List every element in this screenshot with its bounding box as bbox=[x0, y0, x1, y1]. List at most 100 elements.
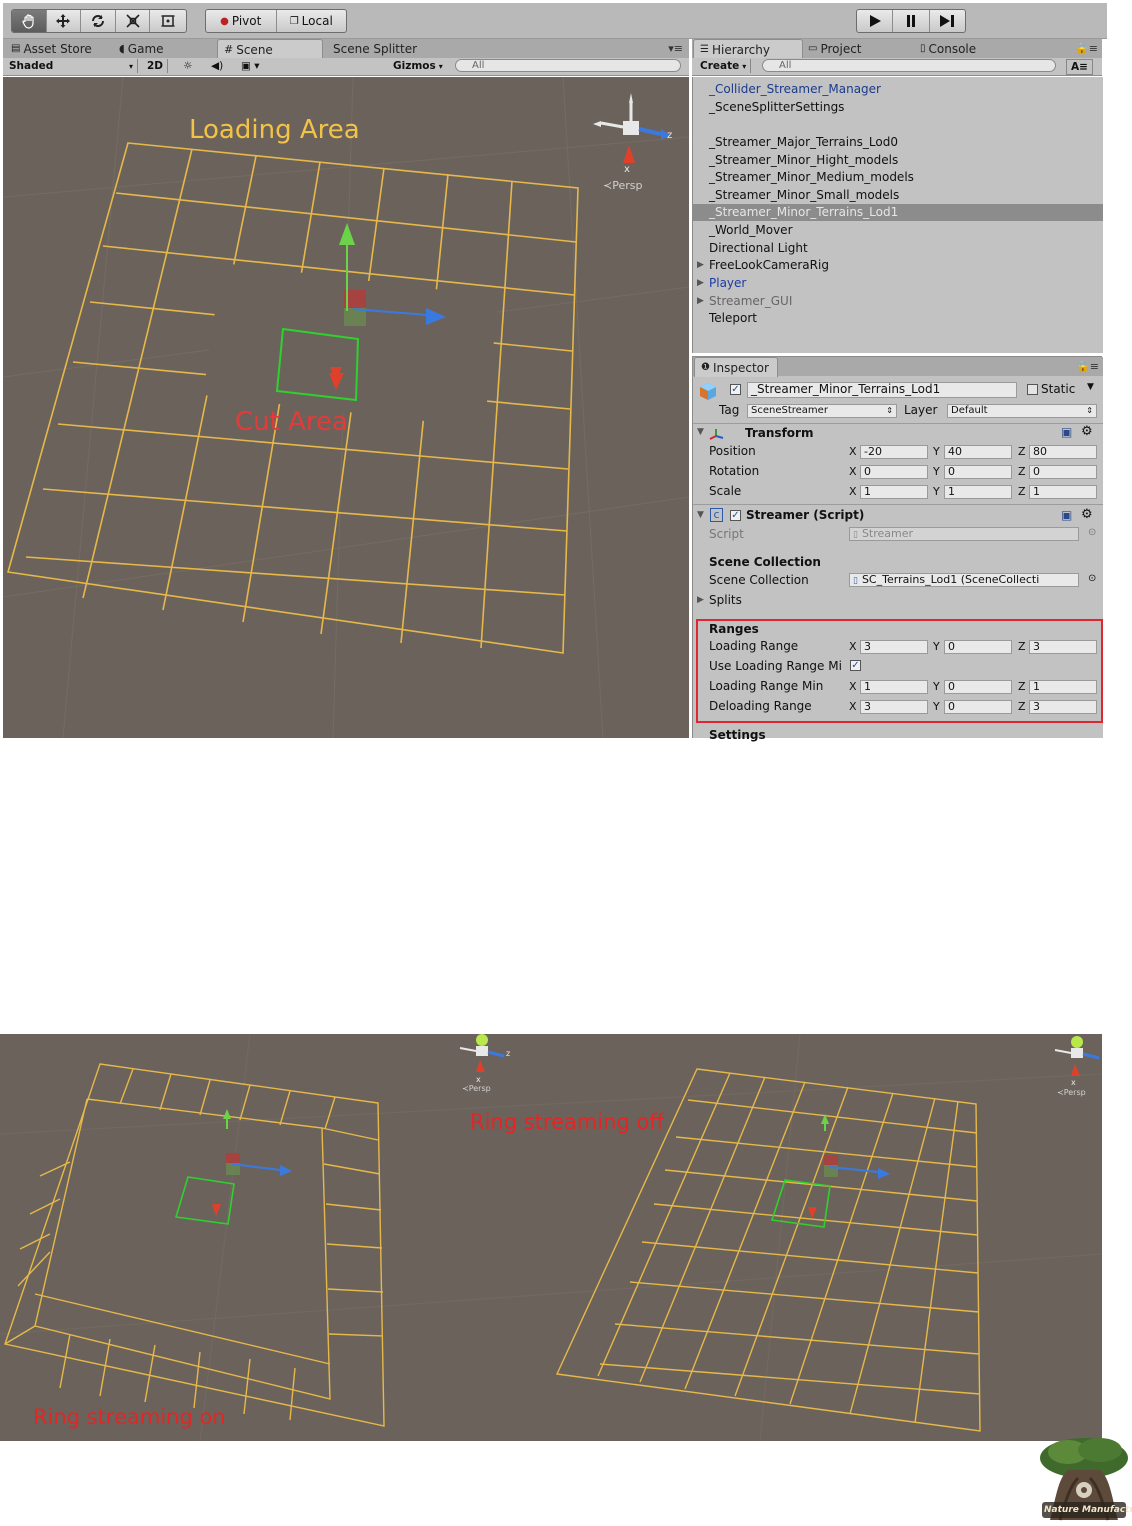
foldout-arrow-icon[interactable]: ▶ bbox=[697, 595, 704, 605]
hierarchy-item[interactable]: _Collider_Streamer_Manager bbox=[693, 81, 1103, 98]
persp-label[interactable]: ≺Persp bbox=[603, 179, 642, 192]
pacman-icon: ◖ bbox=[119, 42, 125, 55]
scene-collection-value: SC_Terrains_Lod1 (SceneCollecti bbox=[861, 573, 1040, 586]
foldout-arrow-icon[interactable]: ▼ bbox=[697, 427, 704, 437]
tab-hierarchy[interactable]: ☰ Hierarchy bbox=[693, 39, 803, 59]
axis-y-label: Y bbox=[933, 465, 940, 478]
shading-dropdown[interactable]: Shaded ▾ bbox=[5, 59, 138, 73]
deloading-range-x-field[interactable]: 3 bbox=[860, 700, 928, 714]
rotation-x-field[interactable]: 0 bbox=[860, 465, 928, 479]
hierarchy-item[interactable]: _Streamer_Major_Terrains_Lod0 bbox=[693, 134, 1103, 151]
deloading-range-z-field[interactable]: 3 bbox=[1029, 700, 1097, 714]
lock-menu-icon[interactable]: 🔒≡ bbox=[1076, 360, 1099, 373]
hierarchy-item[interactable]: ▶ Player bbox=[693, 275, 1103, 292]
tab-scene[interactable]: # Scene bbox=[217, 39, 323, 59]
orientation-gizmo[interactable] bbox=[593, 93, 671, 163]
gizmos-dropdown[interactable]: Gizmos ▾ bbox=[389, 59, 447, 73]
streamer-enabled-checkbox[interactable]: ✓ bbox=[730, 510, 741, 521]
help-book-icon[interactable]: ▣ bbox=[1061, 425, 1072, 439]
create-dropdown[interactable]: Create ▾ bbox=[696, 59, 752, 73]
tab-console[interactable]: ▯ Console bbox=[914, 39, 982, 58]
loading-range-x-field[interactable]: 3 bbox=[860, 640, 928, 654]
static-dropdown-icon[interactable]: ▼ bbox=[1087, 382, 1094, 392]
help-book-icon[interactable]: ▣ bbox=[1061, 508, 1072, 522]
rotation-z-field[interactable]: 0 bbox=[1029, 465, 1097, 479]
deloading-range-y-field[interactable]: 0 bbox=[944, 700, 1012, 714]
local-button[interactable]: ❐ Local bbox=[277, 10, 347, 32]
scale-x-value: 1 bbox=[864, 485, 871, 498]
rotate-icon bbox=[92, 15, 105, 27]
step-button[interactable] bbox=[930, 10, 965, 32]
hierarchy-item[interactable]: Directional Light bbox=[693, 240, 1103, 257]
tab-inspector[interactable]: ❶ Inspector bbox=[694, 357, 778, 377]
hierarchy-item[interactable]: _World_Mover bbox=[693, 222, 1103, 239]
foldout-arrow-icon[interactable]: ▼ bbox=[697, 510, 704, 520]
tab-scene-splitter[interactable]: Scene Splitter bbox=[327, 39, 423, 58]
loading-range-min-y-field[interactable]: 0 bbox=[944, 680, 1012, 694]
rotation-label: Rotation bbox=[709, 464, 760, 478]
expand-arrow-icon[interactable]: ▶ bbox=[697, 275, 704, 292]
static-checkbox[interactable]: ✓ bbox=[1027, 384, 1038, 395]
rotate-tool-button[interactable] bbox=[81, 10, 116, 32]
loading-range-z-field[interactable]: 3 bbox=[1029, 640, 1097, 654]
text-settings-button[interactable]: A≡ bbox=[1066, 59, 1093, 75]
lock-menu-icon[interactable]: 🔒≡ bbox=[1075, 42, 1098, 55]
tab-asset-store[interactable]: ▤ Asset Store bbox=[5, 39, 98, 58]
layer-dropdown[interactable]: Default ⇕ bbox=[947, 404, 1097, 418]
pivot-button[interactable]: ● Pivot bbox=[206, 10, 277, 32]
play-button[interactable] bbox=[857, 10, 894, 32]
scene-view[interactable]: z x ≺Persp Loading Area Cut Area bbox=[3, 77, 689, 738]
splits-label[interactable]: Splits bbox=[709, 593, 742, 607]
scale-y-value: 1 bbox=[948, 485, 955, 498]
expand-arrow-icon[interactable]: ▶ bbox=[697, 293, 704, 310]
hierarchy-item[interactable]: _Streamer_Minor_Medium_models bbox=[693, 169, 1103, 186]
scale-tool-button[interactable] bbox=[116, 10, 151, 32]
use-loading-range-min-checkbox[interactable]: ✓ bbox=[850, 660, 861, 671]
hierarchy-search-input[interactable]: All bbox=[762, 59, 1056, 72]
position-z-field[interactable]: 80 bbox=[1029, 445, 1097, 459]
hierarchy-item[interactable]: Teleport bbox=[693, 310, 1103, 327]
loading-range-min-z-field[interactable]: 1 bbox=[1029, 680, 1097, 694]
hierarchy-item[interactable]: ▶ Streamer_GUI bbox=[693, 293, 1103, 310]
use-loading-range-min-label: Use Loading Range Mi bbox=[709, 659, 842, 673]
hierarchy-item-selected[interactable]: _Streamer_Minor_Terrains_Lod1 bbox=[693, 204, 1103, 221]
loading-range-min-x-field[interactable]: 1 bbox=[860, 680, 928, 694]
toggle-2d-button[interactable]: 2D bbox=[143, 59, 169, 73]
hierarchy-item-label: Directional Light bbox=[709, 241, 808, 255]
scene-search-input[interactable]: All bbox=[455, 59, 681, 72]
rect-tool-button[interactable] bbox=[150, 10, 186, 32]
effects-dropdown[interactable]: ▣ ▾ bbox=[237, 59, 264, 73]
scale-y-field[interactable]: 1 bbox=[944, 485, 1012, 499]
dropdown-arrow-icon: ▾ bbox=[128, 61, 133, 71]
hierarchy-item[interactable]: _Streamer_Minor_Hight_models bbox=[693, 152, 1103, 169]
tag-dropdown[interactable]: SceneStreamer ⇕ bbox=[747, 404, 897, 418]
hierarchy-item[interactable]: ▶ FreeLookCameraRig bbox=[693, 257, 1103, 274]
hierarchy-item[interactable]: _SceneSplitterSettings bbox=[693, 99, 1103, 116]
object-name-field[interactable]: _Streamer_Minor_Terrains_Lod1 bbox=[747, 382, 1017, 398]
tab-menu-icon[interactable]: ▾≡ bbox=[668, 42, 683, 55]
image-icon: ▣ ▾ bbox=[241, 60, 260, 72]
loading-range-y-field[interactable]: 0 bbox=[944, 640, 1012, 654]
scale-z-field[interactable]: 1 bbox=[1029, 485, 1097, 499]
pause-button[interactable] bbox=[893, 10, 930, 32]
expand-arrow-icon[interactable]: ▶ bbox=[697, 257, 704, 274]
audio-toggle[interactable]: ◀) bbox=[207, 59, 227, 73]
gizmo-x-label: x bbox=[624, 164, 630, 175]
scene-collection-field[interactable]: ▯ SC_Terrains_Lod1 (SceneCollecti bbox=[849, 573, 1079, 587]
position-y-field[interactable]: 40 bbox=[944, 445, 1012, 459]
tab-project[interactable]: ▭ Project bbox=[802, 39, 868, 58]
object-picker-icon[interactable]: ⊙ bbox=[1088, 573, 1096, 584]
position-label: Position bbox=[709, 444, 756, 458]
settings-gear-icon[interactable]: ⚙ bbox=[1081, 507, 1093, 522]
active-checkbox[interactable]: ✓ bbox=[730, 384, 741, 395]
hand-tool-button[interactable] bbox=[12, 10, 47, 32]
tab-game[interactable]: ◖ Game bbox=[113, 39, 170, 58]
lighting-toggle[interactable]: ☼ bbox=[179, 59, 196, 73]
inspector-panel: ❶ Inspector 🔒≡ ✓ _Streamer_Minor_Terrain… bbox=[692, 357, 1103, 742]
scale-x-field[interactable]: 1 bbox=[860, 485, 928, 499]
rotation-y-field[interactable]: 0 bbox=[944, 465, 1012, 479]
position-x-field[interactable]: -20 bbox=[860, 445, 928, 459]
hierarchy-item[interactable]: _Streamer_Minor_Small_models bbox=[693, 187, 1103, 204]
move-tool-button[interactable] bbox=[47, 10, 82, 32]
settings-gear-icon[interactable]: ⚙ bbox=[1081, 424, 1093, 439]
